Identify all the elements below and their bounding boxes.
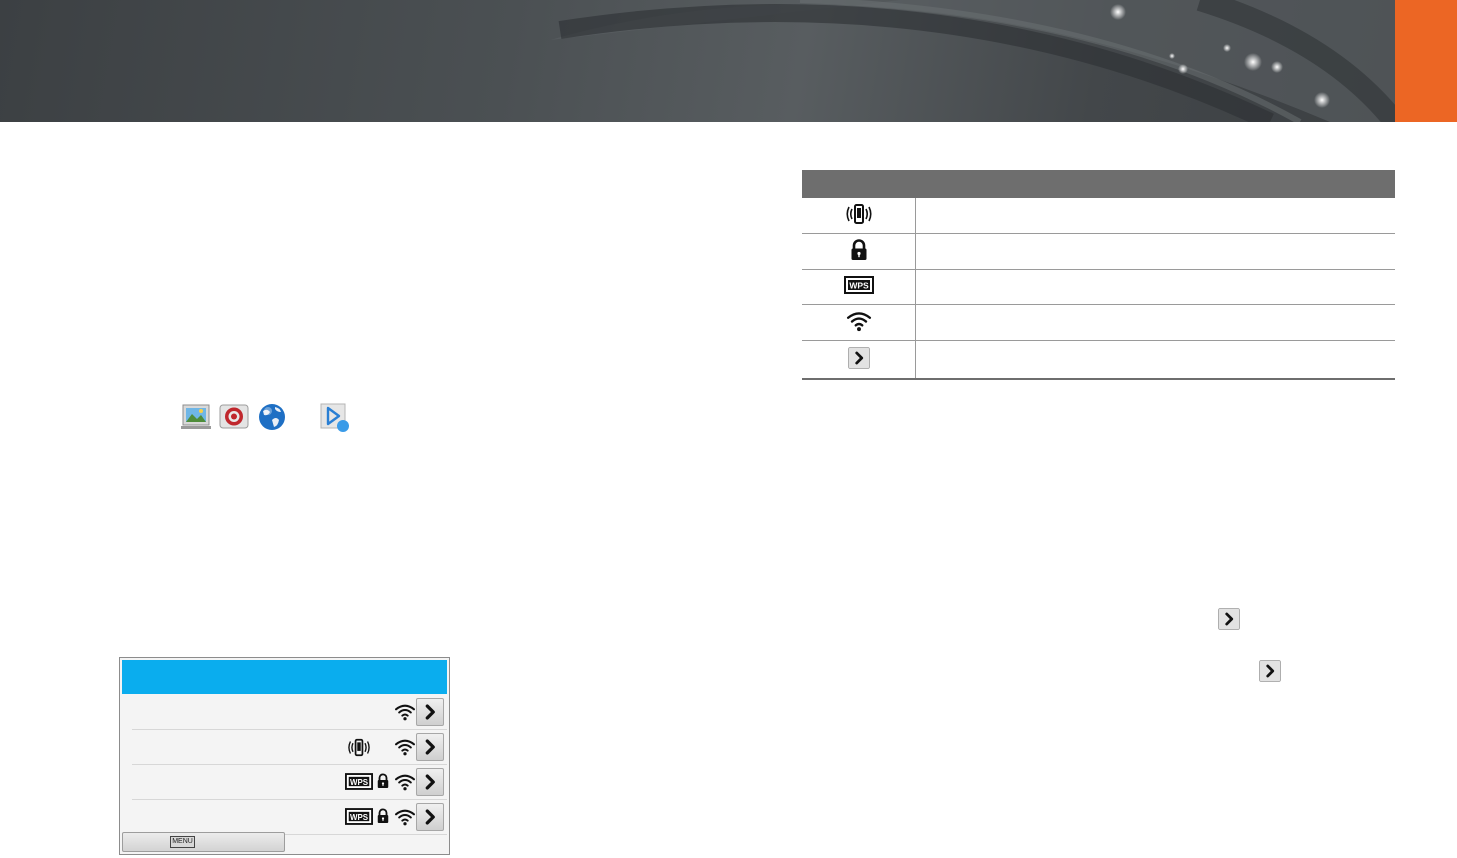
chevron-right-icon [1218, 608, 1240, 630]
play-share-icon [320, 402, 350, 432]
globe-icon [257, 402, 287, 432]
header-banner [0, 0, 1457, 122]
chevron-right-icon[interactable] [416, 698, 444, 726]
wps-icon [345, 808, 373, 825]
chevron-right-icon[interactable] [416, 803, 444, 831]
chevron-right-icon [848, 347, 870, 369]
table-row [802, 269, 1395, 305]
vibrate-phone-icon [845, 203, 873, 225]
icon-legend-table [802, 170, 1395, 380]
table-row [802, 198, 1395, 234]
table-cell-icon [802, 269, 916, 305]
chevron-right-icon[interactable] [416, 733, 444, 761]
wps-icon [345, 773, 373, 790]
back-button[interactable]: MENU [122, 832, 285, 852]
table-cell-description [915, 233, 1395, 270]
table-cell-description [915, 198, 1395, 234]
table-cell-icon [802, 340, 916, 380]
table-cell-icon [802, 304, 916, 341]
table-row [802, 304, 1395, 341]
table-cell-description [915, 304, 1395, 341]
column-header-description [915, 170, 1395, 198]
table-row [802, 340, 1395, 380]
menu-key: MENU [170, 836, 195, 848]
table-cell-icon [802, 233, 916, 270]
wifi-icon [394, 738, 416, 756]
ap-list-item[interactable] [132, 730, 447, 765]
target-icon [219, 402, 249, 432]
lock-icon [376, 808, 390, 824]
wifi-icon [394, 808, 416, 826]
chevron-right-icon[interactable] [416, 768, 444, 796]
wps-icon [844, 276, 874, 294]
table-header-row [802, 170, 1395, 198]
table-cell-description [915, 340, 1395, 380]
ap-list-item[interactable] [132, 695, 447, 730]
wifi-icon [394, 773, 416, 791]
lock-icon [376, 773, 390, 789]
wifi-icon [846, 310, 872, 332]
vibrate-phone-icon [347, 738, 371, 757]
wifi-icon [394, 703, 416, 721]
camera-screen: MENU [119, 657, 450, 855]
chapter-tab[interactable] [1395, 0, 1457, 122]
banner-decoration [550, 0, 1457, 122]
screen-title [122, 660, 447, 694]
lock-icon [849, 239, 869, 261]
photo-frame-icon [181, 402, 211, 432]
table-cell-description [915, 269, 1395, 305]
ap-list-item[interactable] [132, 765, 447, 800]
table-row [802, 233, 1395, 270]
chevron-right-icon [1259, 660, 1281, 682]
ap-list-item[interactable] [132, 800, 447, 835]
table-cell-icon [802, 198, 916, 234]
column-header-icon [802, 170, 916, 198]
